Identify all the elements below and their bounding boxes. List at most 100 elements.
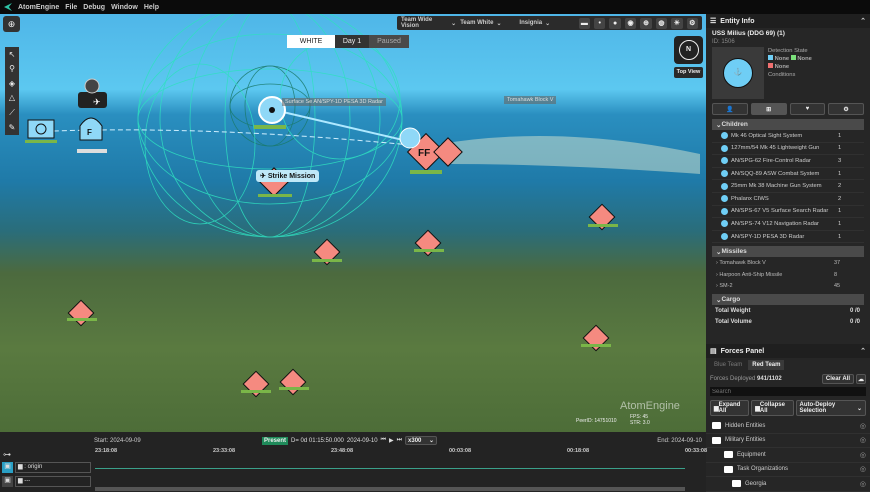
cursor-tool-icon[interactable]: ↖ [9, 50, 16, 59]
strike-mission-label[interactable]: ✈ Strike Mission [256, 170, 320, 182]
menu-help[interactable]: Help [144, 4, 159, 11]
entity-info-header[interactable]: ☰ Entity Info ⌃ [706, 14, 870, 28]
layers-tool-icon[interactable]: ◈ [9, 79, 15, 88]
collapse-all-button[interactable]: ▆ Collapse All [751, 400, 794, 416]
visibility-icon[interactable]: ◎ [860, 465, 866, 473]
collapse-icon[interactable]: ⌃ [860, 17, 866, 25]
polygon-tool-icon[interactable]: △ [9, 93, 15, 102]
child-item[interactable]: AN/SPY-1D PESA 3D Radar 1 [712, 231, 864, 244]
unit-friendly-ground[interactable] [27, 119, 55, 139]
watermark: AtomEngine [620, 400, 680, 412]
tree-item[interactable]: Task Organizations ◎ [706, 463, 870, 477]
visibility-icon[interactable]: ◎ [860, 436, 866, 444]
auto-deploy-select[interactable]: Auto-Deploy Selection ⌄ [795, 400, 866, 416]
time-tick: 23:48:08 [331, 448, 354, 454]
child-item[interactable]: AN/SPG-62 Fire-Control Radar 3 [712, 155, 864, 168]
hierarchy-icon[interactable]: ⊶ [3, 450, 11, 459]
ruler-tool-icon[interactable]: ⟋ [9, 108, 15, 118]
settings-tab-icon[interactable]: ⚙ [828, 103, 864, 115]
health-bars [25, 140, 618, 393]
skip-forward-icon[interactable]: ⏭ [397, 437, 402, 444]
collapse-icon[interactable]: ⌃ [860, 347, 866, 355]
hostile-units[interactable] [67, 167, 616, 398]
save-icon[interactable]: ▣ [2, 462, 13, 473]
forces-search-input[interactable] [710, 387, 866, 396]
label-toggle-icon[interactable]: ▬ [578, 17, 591, 29]
sim-time-status: WHITE Day 1 Paused [287, 35, 409, 48]
cargo-section[interactable]: ⌄ Cargo [712, 294, 864, 306]
unit-friendly-f[interactable]: F [77, 117, 107, 153]
unit-ship-blue-2[interactable] [399, 127, 421, 149]
missile-item[interactable]: › Harpoon Anti-Ship Missile 8 [712, 269, 864, 281]
missiles-section[interactable]: ⌄ Missiles [712, 246, 864, 258]
globe-button[interactable]: ⊕ [3, 16, 20, 32]
compass-button[interactable]: N [674, 36, 703, 64]
map-viewport[interactable]: FF F ✈ ⊕ ↖ ⚲ ◈ △ ⟋ ✎ Team Wide Vision ⌄ T… [0, 14, 706, 432]
missile-item[interactable]: › Tomahawk Block V 37 [712, 257, 864, 269]
missile-label: Tomahawk Block V [504, 96, 557, 104]
child-item[interactable]: AN/SQQ-89 ASW Combat System 1 [712, 168, 864, 181]
light-icon[interactable]: ☀ [671, 17, 683, 29]
child-item[interactable]: AN/SPS-74 V12 Navigation Radar 1 [712, 218, 864, 231]
component-icon [721, 170, 728, 178]
play-icon[interactable]: ▶ [389, 437, 394, 444]
person-tab-icon[interactable]: 👤 [712, 103, 748, 115]
globe-grid-icon[interactable]: ⊕ [640, 17, 652, 29]
cloud-icon[interactable]: ☁ [856, 374, 866, 384]
child-item[interactable]: 127mm/54 Mk 45 Lightweight Gun 1 [712, 143, 864, 156]
pin-tool-icon[interactable]: ⚲ [9, 64, 15, 73]
menu-window[interactable]: Window [111, 4, 138, 11]
child-item[interactable]: AN/SPS-67 V5 Surface Search Radar 1 [712, 206, 864, 219]
time-tick: 00:03:08 [449, 448, 472, 454]
children-section[interactable]: ⌄ Children [712, 119, 864, 130]
present-button[interactable]: Present [262, 436, 289, 445]
expand-all-button[interactable]: ▆ Expand All [710, 400, 750, 416]
target-icon[interactable]: ◉ [624, 17, 637, 29]
top-view-button[interactable]: Top View [674, 67, 703, 78]
tree-item[interactable]: Georgia ◎ [706, 477, 870, 492]
tree-item[interactable]: Hidden Entities ◎ [706, 419, 870, 434]
detection-red: None [774, 64, 790, 70]
svg-text:✈: ✈ [93, 97, 101, 107]
tab-blue-team[interactable]: Blue Team [710, 360, 746, 370]
dot-large-icon[interactable]: ● [609, 17, 621, 29]
child-item[interactable]: Mk 46 Optical Sight System 1 [712, 130, 864, 143]
hierarchy-tab-icon[interactable]: ⊞ [750, 103, 787, 115]
vision-select[interactable]: Team Wide Vision ⌄ [401, 17, 456, 29]
unit-air-group[interactable]: ✈ [78, 78, 107, 108]
folder-icon [732, 480, 741, 488]
deployed-count: 941/1102 [757, 376, 782, 382]
island [440, 136, 700, 174]
tree-item[interactable]: Equipment ◎ [706, 448, 870, 463]
clear-all-button[interactable]: Clear All [821, 374, 854, 384]
save-icon[interactable]: ▣ [2, 476, 13, 487]
pause-state[interactable]: Paused [369, 35, 409, 48]
tree-item[interactable]: Military Entities ◎ [706, 434, 870, 448]
visibility-icon[interactable]: ◎ [860, 480, 866, 488]
speed-select[interactable]: x300 ⌄ [405, 436, 438, 445]
timeline-scrollbar[interactable] [95, 487, 685, 491]
component-icon [721, 220, 728, 228]
dot-small-icon[interactable]: • [594, 17, 606, 29]
display-select[interactable]: Insignia ⌄ [519, 20, 574, 27]
missile-item[interactable]: › SM-2 45 [712, 281, 864, 293]
menu-debug[interactable]: Debug [83, 4, 105, 11]
heart-tab-icon[interactable]: ♥ [789, 103, 826, 115]
forces-panel-header[interactable]: ▤ Forces Panel ⌃ [706, 344, 870, 358]
track-origin[interactable]: ▆ : origin [15, 462, 91, 473]
svg-text:FF: FF [418, 148, 430, 159]
component-icon [721, 195, 728, 203]
menu-file[interactable]: File [65, 4, 77, 11]
child-item[interactable]: Phalanx CIWS 2 [712, 193, 864, 206]
visibility-icon[interactable]: ◎ [860, 422, 866, 430]
settings-gear-icon[interactable]: ⚙ [686, 17, 698, 29]
track-empty[interactable]: ▆ --- [15, 476, 91, 487]
skip-back-icon[interactable]: ⏮ [381, 437, 386, 444]
earth-icon[interactable]: ◍ [655, 17, 668, 29]
child-item[interactable]: 25mm Mk 38 Machine Gun System 2 [712, 180, 864, 193]
visibility-icon[interactable]: ◎ [860, 451, 866, 459]
timeline-start: Start: 2024-09-09 [94, 438, 141, 444]
team-select[interactable]: Team White ⌄ [460, 20, 515, 27]
tab-red-team[interactable]: Red Team [748, 360, 785, 370]
pencil-tool-icon[interactable]: ✎ [9, 123, 16, 132]
